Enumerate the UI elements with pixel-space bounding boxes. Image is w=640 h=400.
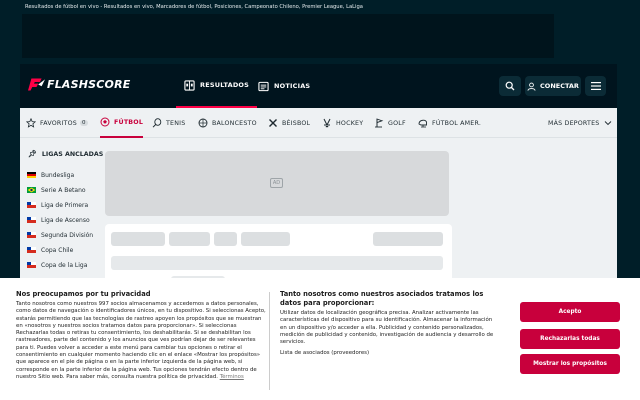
tab-hockey-label: HOCKEY xyxy=(336,119,364,127)
more-sports-label: MÁS DEPORTES xyxy=(548,119,600,127)
hockey-stick-icon xyxy=(323,118,331,128)
basketball-icon xyxy=(198,118,208,128)
league-name: Segunda División xyxy=(41,231,94,239)
league-item-liga-de-ascenso[interactable]: Liga de Ascenso xyxy=(27,214,90,226)
pinned-leagues-title: 📌︎ LIGAS ANCLADAS xyxy=(28,150,103,158)
more-sports-dropdown[interactable]: MÁS DEPORTES xyxy=(548,108,612,138)
skeleton-block xyxy=(111,232,165,246)
accept-button[interactable]: Acepto xyxy=(520,302,620,322)
consent-body: Tanto nosotros como nuestros 997 socios … xyxy=(16,301,266,380)
search-button[interactable] xyxy=(499,76,521,96)
tab-football[interactable]: FÚTBOL xyxy=(100,108,144,138)
chevron-down-icon xyxy=(605,121,612,126)
league-item-serie-a-betano[interactable]: Serie A Betano xyxy=(27,184,86,196)
skeleton-block xyxy=(169,232,210,246)
league-name: Copa de la Liga xyxy=(41,261,88,269)
nav-results[interactable]: RESULTADOS xyxy=(176,64,258,108)
scoreboard-icon xyxy=(184,79,195,91)
show-purposes-button[interactable]: Mostrar los propósitos xyxy=(520,354,620,374)
league-name: Serie A Betano xyxy=(41,186,86,194)
germany-flag-icon xyxy=(27,172,36,178)
tab-american-football[interactable]: FÚTBOL AMER. xyxy=(418,108,481,138)
menu-button[interactable] xyxy=(585,76,606,96)
favorites-label: FAVORITOS xyxy=(40,119,77,127)
top-banner-ad xyxy=(22,14,554,58)
nav-news-label: NOTICIAS xyxy=(274,82,311,90)
tab-tennis[interactable]: TENIS xyxy=(152,108,185,138)
pin-icon: 📌︎ xyxy=(28,150,37,158)
terms-link[interactable]: Términos xyxy=(220,374,244,380)
tab-basketball-label: BALONCESTO xyxy=(212,119,257,127)
user-icon xyxy=(527,82,536,91)
league-item-bundesliga[interactable]: Bundesliga xyxy=(27,169,74,181)
flashscore-logo[interactable]: FLASHSCORE xyxy=(28,76,131,93)
league-item-liga-de-primera[interactable]: Liga de Primera xyxy=(27,199,88,211)
consent-purposes-section: Tanto nosotros como nuestros asociados t… xyxy=(280,290,500,356)
chile-flag-icon xyxy=(27,247,36,253)
league-item-copa-chile[interactable]: Copa Chile xyxy=(27,244,73,256)
purposes-text: Utilizar datos de localización geográfic… xyxy=(280,310,494,346)
consent-title: Nos preocupamos por tu privacidad xyxy=(16,290,151,298)
ad-label: AD xyxy=(270,178,283,188)
consent-text: Tanto nosotros como nuestros 997 socios … xyxy=(16,301,266,381)
league-item-copa-de-la-liga[interactable]: Copa de la Liga xyxy=(27,259,87,271)
soccer-ball-icon xyxy=(100,117,110,127)
favorites-tab[interactable]: FAVORITOS 0 xyxy=(26,108,88,138)
league-item-segunda-division[interactable]: Segunda División xyxy=(27,229,93,241)
baseball-bat-icon xyxy=(269,119,277,127)
brazil-flag-icon xyxy=(27,187,36,193)
favorites-count: 0 xyxy=(79,120,88,126)
reject-all-button[interactable]: Rechazarlas todas xyxy=(520,329,620,349)
chile-flag-icon xyxy=(27,217,36,223)
purposes-title: Tanto nosotros como nuestros asociados t… xyxy=(280,290,484,307)
chile-flag-icon xyxy=(27,202,36,208)
league-name: Copa Chile xyxy=(41,246,74,254)
skeleton-block xyxy=(214,232,237,246)
consent-privacy-section: Nos preocupamos por tu privacidad Tanto … xyxy=(16,290,266,381)
league-name: Bundesliga xyxy=(41,171,75,179)
pinned-leagues-label: LIGAS ANCLADAS xyxy=(41,150,104,158)
main-area: 📌︎ LIGAS ANCLADAS Bundesliga Serie A Bet… xyxy=(20,138,617,288)
tab-golf-label: GOLF xyxy=(388,119,406,127)
tab-baseball[interactable]: BÉISBOL xyxy=(268,108,310,138)
news-icon xyxy=(258,81,269,91)
nav-results-label: RESULTADOS xyxy=(200,81,250,89)
chile-flag-icon xyxy=(27,232,36,238)
league-name: Liga de Ascenso xyxy=(41,216,90,224)
league-name: Liga de Primera xyxy=(41,201,89,209)
flashscore-logo-icon xyxy=(28,78,45,91)
skeleton-row xyxy=(111,256,443,270)
partners-list-link[interactable]: Lista de asociados (proveedores) xyxy=(280,350,500,356)
skeleton-block xyxy=(241,232,290,246)
tab-football-label: FÚTBOL xyxy=(114,118,144,126)
consent-divider xyxy=(269,292,270,390)
hamburger-menu-icon xyxy=(590,82,601,90)
helmet-icon xyxy=(418,119,427,128)
tab-tennis-label: TENIS xyxy=(166,119,186,127)
logo-text: FLASHSCORE xyxy=(47,78,131,91)
cookie-consent-banner: Nos preocupamos por tu privacidad Tanto … xyxy=(0,278,640,400)
tab-baseball-label: BÉISBOL xyxy=(282,119,311,127)
login-button[interactable]: CONECTAR xyxy=(525,76,581,96)
tab-hockey[interactable]: HOCKEY xyxy=(322,108,363,138)
golf-flag-icon xyxy=(375,118,384,128)
tab-american-football-label: FÚTBOL AMER. xyxy=(432,119,482,127)
search-icon xyxy=(505,81,515,91)
tennis-racket-icon xyxy=(152,118,162,128)
sports-nav: FAVORITOS 0 FÚTBOL TENIS BALONCESTO BÉIS… xyxy=(20,108,617,138)
site-header: FLASHSCORE RESULTADOS NOTICIAS CONECTAR xyxy=(20,64,617,108)
login-label: CONECTAR xyxy=(540,82,579,90)
page-heading-text: Resultados de fútbol en vivo - Resultado… xyxy=(25,4,363,10)
tab-golf[interactable]: GOLF xyxy=(374,108,406,138)
tab-basketball[interactable]: BALONCESTO xyxy=(198,108,257,138)
skeleton-block xyxy=(373,232,443,246)
ad-placeholder: AD xyxy=(105,151,449,216)
chile-flag-icon xyxy=(27,262,36,268)
star-icon xyxy=(26,118,36,128)
nav-news[interactable]: NOTICIAS xyxy=(258,64,310,108)
